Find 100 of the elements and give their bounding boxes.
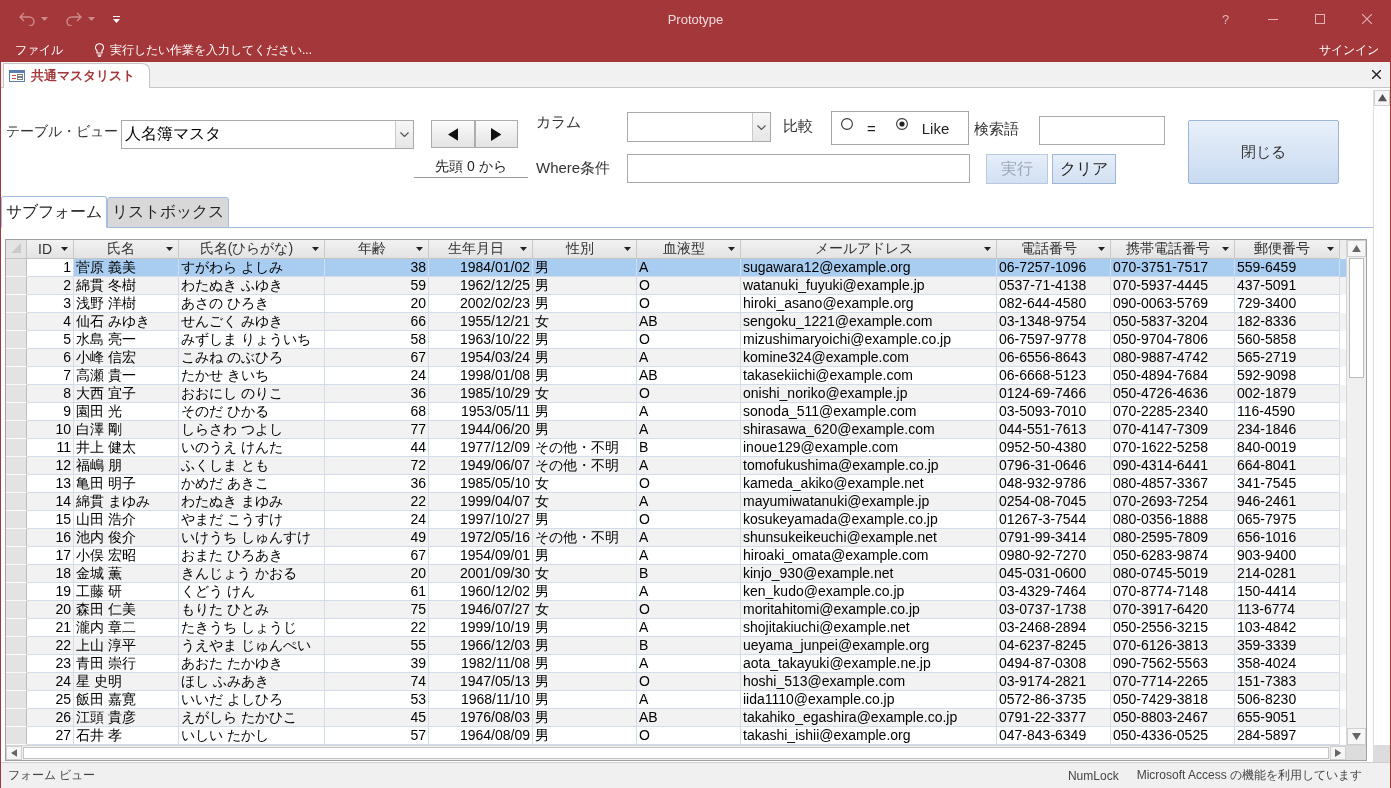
column-header[interactable]: メールアドレス [741,240,997,259]
row-selector[interactable] [6,619,27,637]
row-selector[interactable] [6,457,27,475]
row-selector[interactable] [6,295,27,313]
sign-in-link[interactable]: サインイン [1315,39,1383,61]
row-selector[interactable] [6,259,27,277]
radio-option[interactable]: Like [895,118,950,137]
close-document-button[interactable] [1372,70,1381,79]
help-button[interactable]: ? [1202,0,1249,38]
file-menu[interactable]: ファイル [11,39,67,61]
up-triangle-icon [1352,244,1361,253]
scrollbar-thumb[interactable] [23,747,1329,759]
status-message: Microsoft Access の機能を利用しています [1136,767,1363,784]
where-field[interactable] [627,154,970,183]
column-header[interactable]: 氏名(ひらがな) [179,240,325,259]
close-form-button[interactable]: 閉じる [1188,120,1339,184]
row-selector[interactable] [6,439,27,457]
radio-option[interactable]: = [841,118,876,137]
form-tab[interactable]: リストボックス [107,197,229,228]
next-button[interactable] [474,120,518,148]
previous-button[interactable] [431,120,475,148]
form-tab[interactable]: サブフォーム [1,196,107,228]
filter-arrow-icon[interactable] [624,247,631,251]
record-position-text: 先頭 0 から [414,155,528,178]
row-selector[interactable] [6,673,27,691]
undo-button[interactable] [17,10,50,28]
filter-arrow-icon[interactable] [1327,247,1334,251]
maximize-icon [1314,14,1325,24]
form-icon [9,70,25,82]
minimize-icon [1267,18,1278,20]
scroll-up-button[interactable] [1374,90,1390,106]
undo-icon [19,12,35,26]
row-selector[interactable] [6,385,27,403]
row-selector[interactable] [6,547,27,565]
dropdown-button[interactable] [752,113,770,141]
table-cell: 1 [27,259,74,277]
numlock-indicator: NumLock [1067,768,1120,783]
row-selector[interactable] [6,493,27,511]
row-selector[interactable] [6,529,27,547]
clear-button[interactable]: クリア [1052,154,1116,184]
document-tab[interactable]: 共通マスタリスト [3,63,150,88]
filter-arrow-icon[interactable] [984,247,991,251]
tell-me-box[interactable]: 実行したい作業を入力してください... [91,39,316,61]
column-header[interactable]: 生年月日 [429,240,533,259]
redo-button[interactable] [64,10,97,28]
column-header[interactable]: 電話番号 [997,240,1111,259]
down-triangle-icon [1352,732,1361,741]
column-header[interactable]: 携帯電話番号 [1111,240,1235,259]
dropdown-button[interactable] [395,121,413,148]
scroll-up-button[interactable] [1347,240,1366,257]
filter-arrow-icon[interactable] [520,247,527,251]
row-selector[interactable] [6,403,27,421]
row-selector[interactable] [6,421,27,439]
row-selector[interactable] [6,583,27,601]
close-icon [1372,70,1381,79]
select-all-button[interactable] [6,240,27,259]
search-term-field[interactable] [1039,116,1165,145]
row-selector[interactable] [6,313,27,331]
column-combo[interactable] [627,112,771,142]
corner-triangle-icon [11,243,21,253]
close-icon [1361,14,1372,24]
scroll-right-button[interactable] [1330,746,1346,760]
row-selector[interactable] [6,637,27,655]
customize-icon [113,15,120,23]
row-selector[interactable] [6,277,27,295]
column-label: カラム [536,113,582,132]
filter-arrow-icon[interactable] [166,247,173,251]
row-selector[interactable] [6,511,27,529]
column-header[interactable]: 性別 [533,240,637,259]
row-selector[interactable] [6,601,27,619]
window-title: Prototype [667,11,724,27]
filter-arrow-icon[interactable] [312,247,319,251]
caret-icon [88,17,95,21]
scroll-left-button[interactable] [6,746,22,760]
row-selector[interactable] [6,691,27,709]
filter-arrow-icon[interactable] [61,247,68,251]
lightbulb-icon [95,43,104,57]
scrollbar-thumb[interactable] [1349,258,1364,378]
row-selector[interactable] [6,709,27,727]
table-view-label: テーブル・ビュー [6,123,119,141]
row-selector[interactable] [6,565,27,583]
filter-arrow-icon[interactable] [1222,247,1229,251]
row-selector[interactable] [6,475,27,493]
filter-arrow-icon[interactable] [416,247,423,251]
row-selector[interactable] [6,655,27,673]
table-view-combo[interactable]: 人名簿マスタ [121,120,414,149]
chevron-down-icon [400,132,409,137]
left-triangle-icon [447,127,458,141]
row-selector[interactable] [6,349,27,367]
row-selector[interactable] [6,331,27,349]
column-header[interactable]: 郵便番号 [1235,240,1340,259]
column-header[interactable]: 年齢 [325,240,429,259]
row-selector[interactable] [6,367,27,385]
scroll-down-button[interactable] [1347,728,1366,745]
customize-button[interactable] [111,13,122,25]
filter-arrow-icon[interactable] [728,247,735,251]
filter-arrow-icon[interactable] [1098,247,1105,251]
column-header[interactable]: ID [27,240,74,259]
column-header[interactable]: 氏名 [74,240,179,259]
column-header[interactable]: 血液型 [637,240,741,259]
